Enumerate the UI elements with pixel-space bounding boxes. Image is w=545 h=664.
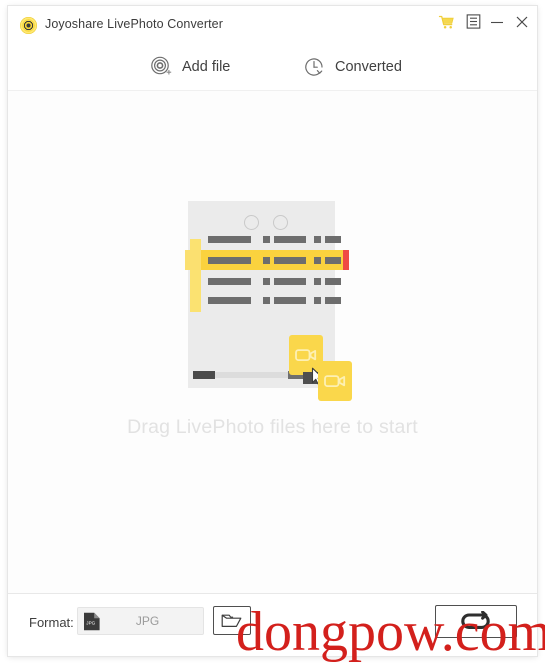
converted-button[interactable]: Converted [302, 52, 402, 82]
format-select[interactable]: JPG JPG [77, 607, 204, 635]
add-file-label: Add file [182, 59, 231, 75]
bottom-bar: Format: JPG JPG [8, 594, 537, 656]
convert-button[interactable] [435, 605, 517, 638]
clock-history-icon [302, 55, 326, 79]
video-camera-icon [324, 375, 346, 387]
menu-list-icon[interactable] [461, 14, 485, 38]
minimize-icon[interactable] [485, 14, 509, 38]
illustration-row-accent [343, 250, 349, 270]
illustration-circle [273, 215, 288, 230]
format-label: Format: [29, 615, 74, 630]
illustration-circle [244, 215, 259, 230]
open-folder-button[interactable] [213, 606, 251, 635]
format-value: JPG [135, 614, 160, 628]
add-file-target-icon [149, 55, 173, 79]
illustration-highlight-fade [185, 250, 201, 270]
window-title: Joyoshare LivePhoto Converter [45, 17, 223, 31]
converted-label: Converted [335, 59, 402, 75]
illustration-scroll-thumb [193, 371, 215, 379]
shopping-cart-icon[interactable] [434, 14, 458, 38]
add-file-button[interactable]: Add file [149, 52, 230, 82]
application-window: Joyoshare LivePhoto Converter Add file C… [8, 6, 537, 656]
main-toolbar: Add file Converted [8, 44, 537, 90]
drag-drop-illustration [185, 201, 354, 401]
joyoshare-logo-icon [20, 17, 37, 34]
title-bar: Joyoshare LivePhoto Converter [8, 6, 537, 44]
illustration-video-card [318, 361, 352, 401]
video-camera-icon [295, 349, 317, 361]
file-drop-area[interactable]: Drag LivePhoto files here to start [8, 91, 537, 593]
close-icon[interactable] [510, 14, 534, 38]
drop-area-hint: Drag LivePhoto files here to start [127, 416, 418, 438]
